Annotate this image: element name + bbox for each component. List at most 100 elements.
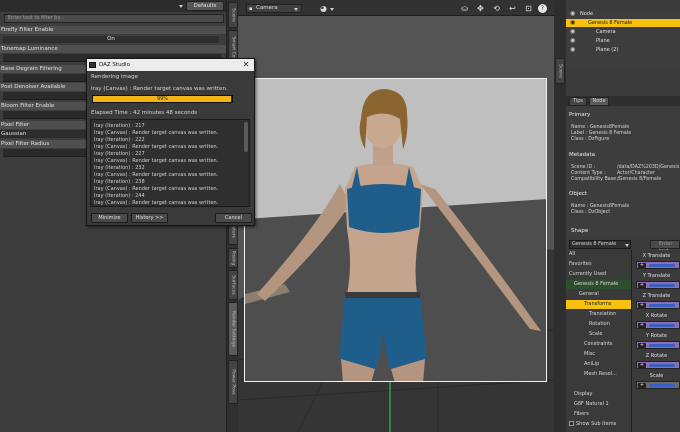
camera-select[interactable]: ▪ Camera (246, 4, 302, 13)
canvas-message: Iray (Canvas) : Render target canvas was… (91, 86, 228, 92)
tree-item[interactable]: All (566, 250, 631, 259)
cancel-button[interactable]: Cancel (215, 213, 252, 223)
tree-item[interactable]: Transforms (566, 300, 631, 309)
log-line: Iray (Canvas) : Render target canvas was… (94, 144, 219, 150)
history-button[interactable]: History >> (131, 213, 168, 223)
log-line: Iray (Iteration) : 227 (94, 151, 145, 157)
log-scrollbar[interactable] (244, 122, 248, 152)
undo-icon[interactable]: ↩ (507, 4, 518, 13)
parameter-slider[interactable]: + (636, 361, 680, 369)
frame-icon[interactable]: ⊡ (523, 4, 534, 13)
tab-posing[interactable]: Posing (228, 248, 238, 268)
tab-power-pose[interactable]: Power Pose (228, 360, 238, 404)
tree-item[interactable]: AniLip (566, 360, 631, 369)
tab-node[interactable]: Node (589, 97, 609, 106)
parameter-slider[interactable]: + (636, 341, 680, 349)
scene-node-row[interactable]: ◉ Plane (566, 37, 680, 45)
tree-item-label: Translation (589, 311, 617, 317)
tree-item-label: Scale (589, 331, 603, 337)
slider-label: Y Rotate (645, 333, 667, 339)
tree-item[interactable]: Genesis 8 Female (566, 280, 631, 289)
tree-item[interactable]: Scale (566, 330, 631, 339)
slider-label: Z Rotate (645, 353, 668, 359)
slider-menu-icon[interactable]: + (638, 323, 646, 328)
tree-item-label: General (579, 291, 599, 297)
tree-item[interactable]: G8F Natural 1 (566, 400, 631, 409)
node-info-panel: Primary Name : Genesis8Female Label : Gene… (566, 106, 680, 226)
parameter-slider[interactable]: + (636, 281, 680, 289)
visibility-eye-icon[interactable]: ◉ (570, 47, 575, 53)
shading-mode-button[interactable]: ◕ (318, 4, 336, 13)
slider-value-pill (649, 364, 675, 367)
parameter-slider[interactable]: + (636, 321, 680, 329)
tree-item[interactable]: Fibers (566, 410, 631, 419)
tree-item[interactable]: Misc (566, 350, 631, 359)
scene-node-label: Plane (596, 38, 610, 44)
progress-bar: 99% (92, 95, 233, 103)
slider-menu-icon[interactable]: + (638, 283, 646, 288)
tree-item[interactable]: General (566, 290, 631, 299)
log-line: Iray (Canvas) : Render target canvas was… (94, 172, 219, 178)
render-progress-dialog[interactable]: DAZ Studio ✕ Rendering image Iray (Canva… (86, 58, 255, 226)
render-log[interactable]: Iray (Iteration) : 217 Iray (Canvas) : Re… (90, 119, 250, 207)
checkbox-icon[interactable] (569, 421, 574, 426)
move-icon[interactable]: ✥ (475, 4, 486, 13)
tree-item[interactable]: Constraints (566, 340, 631, 349)
visibility-eye-icon[interactable]: ◉ (570, 11, 575, 17)
tab-scene[interactable]: Scene (228, 2, 238, 28)
scene-node-row[interactable]: ◉ Plane (2) (566, 46, 680, 54)
slider-value-pill (649, 344, 675, 347)
slider-label: X Rotate (645, 313, 668, 319)
on-toggle[interactable]: On (3, 36, 219, 43)
parameter-slider[interactable]: + (636, 261, 680, 269)
tree-item-label: Transforms (584, 301, 612, 307)
camera-orbit-icon[interactable]: ⛀ (459, 4, 470, 13)
tab-tips[interactable]: Tips (569, 97, 587, 106)
scene-list[interactable]: ◉ Node ◉ Genesis 8 Female ◉ Camera ◉ Plane ◉ Plan… (566, 10, 680, 68)
parameter-slider[interactable]: + (636, 381, 680, 389)
tree-item[interactable]: Display (566, 390, 631, 399)
parameter-filter-input[interactable]: Enter text (650, 240, 680, 254)
info-row: Name : Genesis8Female (571, 204, 630, 209)
tree-item[interactable]: Mesh Resol... (566, 370, 631, 379)
defaults-button[interactable]: Defaults (186, 1, 224, 11)
parameter-slider[interactable]: + (636, 301, 680, 309)
rotate-icon[interactable]: ⟲ (491, 4, 502, 13)
tree-item-label: Misc (584, 351, 596, 357)
minimize-button[interactable]: Minimize (91, 213, 128, 223)
tree-item[interactable]: Translation (566, 310, 631, 319)
scene-node-row[interactable]: ◉ Camera (566, 28, 680, 36)
scene-node-row[interactable]: ◉ Genesis 8 Female (566, 19, 680, 27)
tree-item[interactable] (566, 380, 631, 389)
info-value: /Genesis 8/Female (617, 177, 662, 182)
slider-menu-icon[interactable]: + (638, 383, 646, 388)
slider-menu-icon[interactable]: + (638, 303, 646, 308)
slider-menu-icon[interactable]: + (638, 343, 646, 348)
slider-value-pill (649, 324, 675, 327)
slider-menu-icon[interactable]: + (638, 363, 646, 368)
tree-item[interactable]: Favorites (566, 260, 631, 269)
tree-item-label: Mesh Resol... (584, 371, 617, 377)
show-sub-items-checkbox[interactable]: Show Sub Items (566, 420, 631, 429)
slider-menu-icon[interactable]: + (638, 263, 646, 268)
tab-scene-right[interactable]: Scene (555, 58, 565, 84)
slider-value-pill (649, 304, 675, 307)
help-icon[interactable]: ? (538, 4, 547, 13)
slider-value-pill (649, 384, 675, 387)
preset-dropdown-arrow-icon[interactable] (179, 5, 183, 8)
scene-node-row[interactable]: ◉ Node (566, 10, 680, 18)
tab-render-settings[interactable]: Render Settings (228, 302, 238, 356)
visibility-eye-icon[interactable]: ◉ (570, 29, 575, 35)
right-tab-strip: Scene (554, 0, 566, 432)
shape-select[interactable]: Genesis 8 Female (569, 240, 631, 249)
parameter-tree[interactable]: All Favorites Currently Used Genesis 8 Fema… (566, 250, 632, 432)
tab-surfaces[interactable]: Surfaces (228, 270, 238, 300)
visibility-eye-icon[interactable]: ◉ (570, 20, 575, 26)
tree-item[interactable]: Currently Used (566, 270, 631, 279)
property-label: Firefly Filter Enable (0, 26, 226, 34)
filter-input[interactable]: Enter text to filter by... (4, 14, 224, 23)
visibility-eye-icon[interactable]: ◉ (570, 38, 575, 44)
scene-node-label: Genesis 8 Female (588, 20, 633, 26)
tree-item[interactable]: Rotation (566, 320, 631, 329)
close-icon[interactable]: ✕ (241, 59, 251, 71)
